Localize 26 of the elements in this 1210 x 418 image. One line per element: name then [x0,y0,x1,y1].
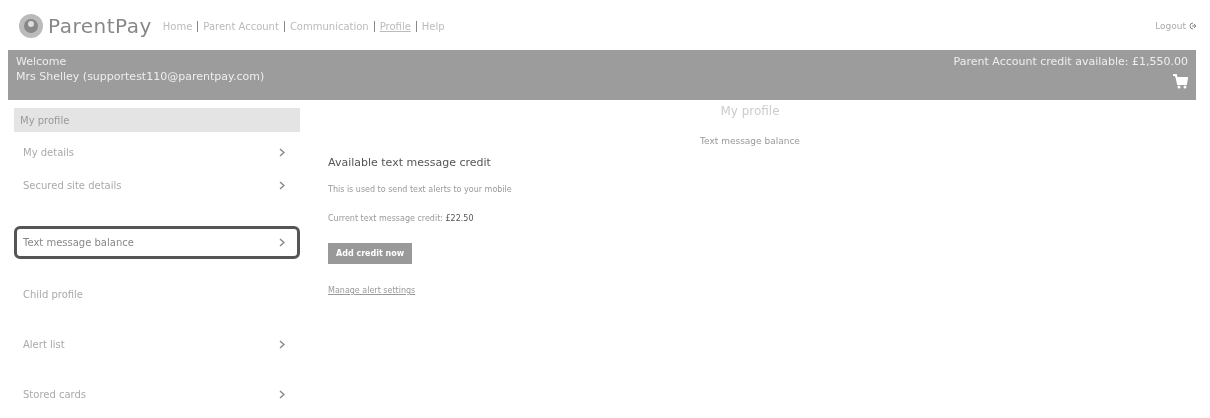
credit-available: Parent Account credit available: £1,550.00 [953,54,1188,69]
cart-icon[interactable] [1172,73,1188,89]
description-text: This is used to send text alerts to your mobile [328,185,512,194]
logo-text: ParentPay [48,14,152,38]
sidebar-item[interactable]: Secured site details [14,169,300,202]
nav-link[interactable]: Help [416,20,450,32]
nav-link[interactable]: Parent Account [198,20,285,32]
nav-link[interactable]: Home [157,20,199,32]
sidebar-item[interactable]: Stored cards [14,369,300,418]
welcome-text: Welcome [16,54,68,69]
manage-alerts-link[interactable]: Manage alert settings [328,286,416,295]
user-name: Mrs Shelley (supportest110@parentpay.com) [16,69,265,84]
add-credit-button[interactable]: Add credit now [328,243,413,264]
logo-icon [18,13,44,39]
sidebar-item[interactable]: Child profile [14,269,300,319]
logout-icon [1188,22,1196,30]
panel-heading: Available text message credit [328,156,491,169]
sidebar-header: My profile [14,108,300,132]
nav-link[interactable]: Profile [374,20,417,32]
sidebar-item[interactable]: Alert list [14,319,300,369]
nav-link[interactable]: Communication [284,20,375,32]
logout-link[interactable]: Logout [1155,21,1196,31]
page-subtitle: Text message balance [699,136,801,146]
credit-text: Current text message credit: £22.50 [328,214,474,223]
sidebar-item[interactable]: Text message balance [14,226,300,259]
sidebar-item[interactable]: My details [14,136,300,169]
